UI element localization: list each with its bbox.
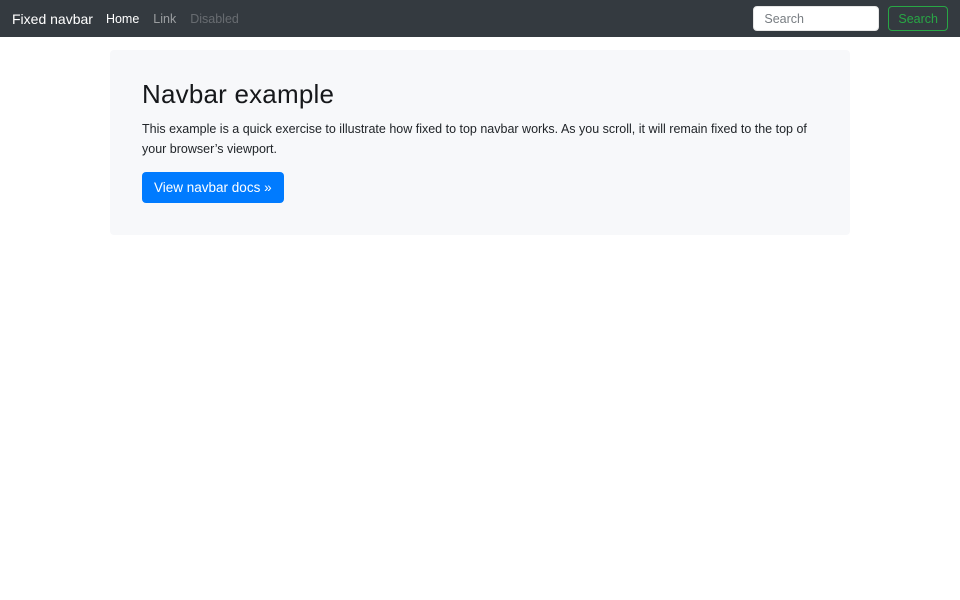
search-input[interactable] — [753, 6, 879, 31]
nav-item-disabled: Disabled — [183, 12, 246, 26]
nav-item-home[interactable]: Home — [99, 12, 146, 26]
navbar-nav: Home Link Disabled — [99, 12, 246, 26]
jumbotron-panel: Navbar example This example is a quick e… — [110, 50, 850, 235]
page-description: This example is a quick exercise to illu… — [142, 119, 818, 159]
navbar-search-form: Search — [753, 6, 948, 31]
main-container: Navbar example This example is a quick e… — [110, 50, 850, 235]
top-navbar: Fixed navbar Home Link Disabled Search — [0, 0, 960, 37]
search-button[interactable]: Search — [888, 6, 948, 31]
nav-item-link[interactable]: Link — [146, 12, 183, 26]
view-navbar-docs-button[interactable]: View navbar docs » — [142, 172, 284, 203]
page-title: Navbar example — [142, 79, 818, 110]
navbar-brand[interactable]: Fixed navbar — [12, 11, 93, 27]
